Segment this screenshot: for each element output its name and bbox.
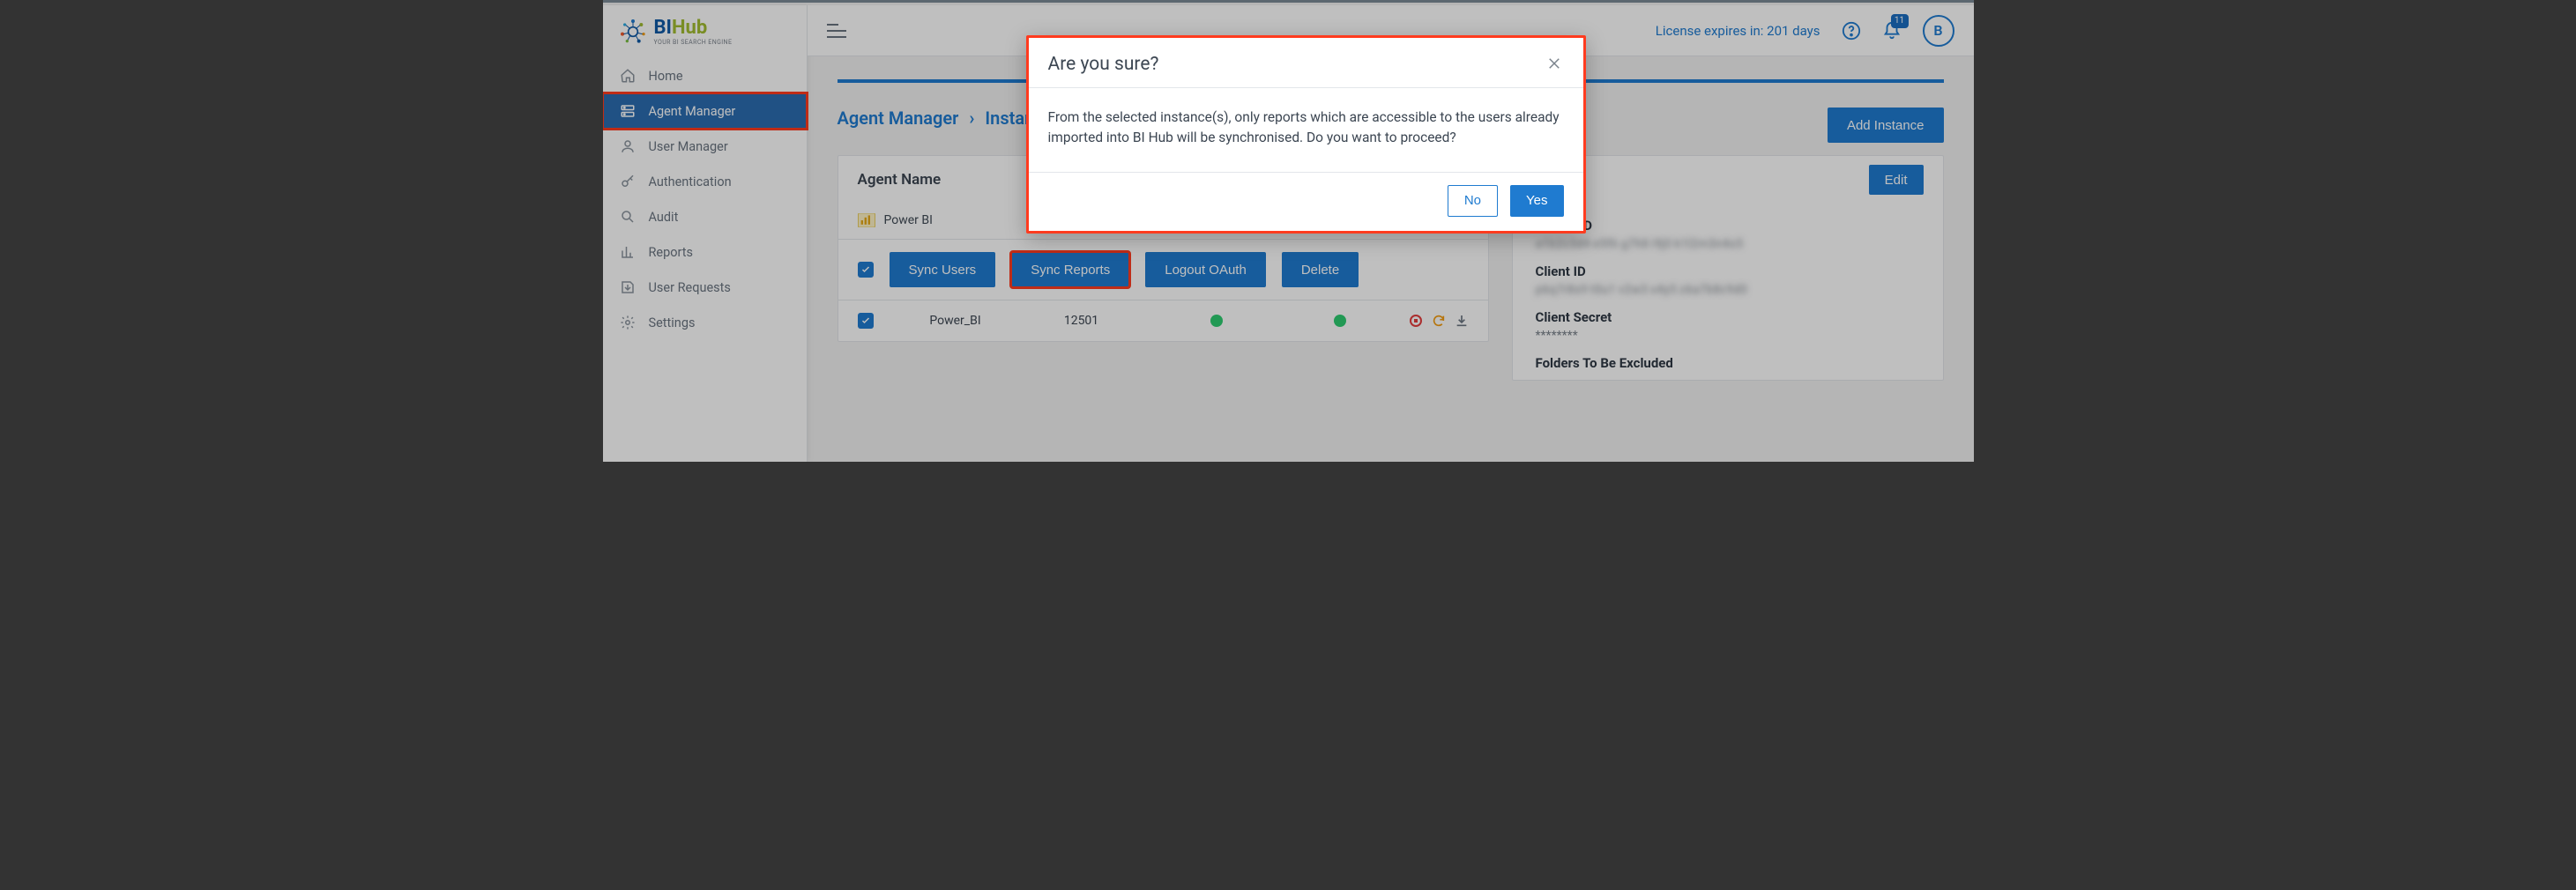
dialog-body: From the selected instance(s), only repo… — [1029, 87, 1583, 173]
confirm-dialog: Are you sure? From the selected instance… — [1026, 35, 1586, 234]
app-viewport: BIHub YOUR BI SEARCH ENGINE Home Agent M… — [603, 0, 1974, 462]
dialog-title: Are you sure? — [1048, 54, 1159, 75]
close-icon[interactable] — [1546, 56, 1564, 73]
dialog-no-button[interactable]: No — [1448, 185, 1498, 217]
dialog-yes-button[interactable]: Yes — [1510, 185, 1563, 217]
